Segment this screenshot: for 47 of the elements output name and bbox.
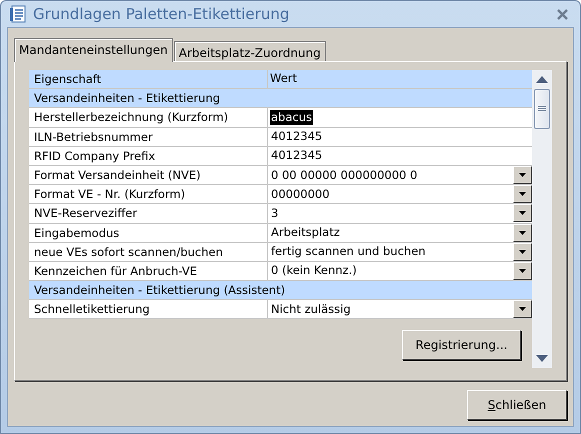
- dropdown-button[interactable]: [513, 166, 532, 184]
- window-title: Grundlagen Paletten-Etikettierung: [33, 4, 290, 25]
- caret-icon: [519, 173, 526, 178]
- scrollbar[interactable]: [532, 70, 552, 368]
- property-name: Kennzeichen für Anbruch-VE: [29, 262, 268, 280]
- dropdown-button[interactable]: [513, 224, 532, 242]
- scroll-thumb[interactable]: [534, 89, 550, 129]
- scroll-down-icon[interactable]: [536, 355, 548, 362]
- close-button[interactable]: Schließen: [467, 390, 567, 420]
- property-name: RFID Company Prefix: [29, 146, 268, 165]
- property-value[interactable]: 0 (kein Kennz.): [270, 263, 358, 278]
- register-button[interactable]: Registrierung...: [402, 330, 521, 360]
- tab[interactable]: Mandanteneinstellungen: [14, 38, 173, 62]
- property-name: Format Versandeinheit (NVE): [29, 166, 268, 184]
- caret-icon: [519, 192, 526, 196]
- caret-icon: [519, 307, 526, 312]
- app-icon: [9, 5, 27, 23]
- scroll-up-icon[interactable]: [536, 76, 548, 83]
- tab[interactable]: Arbeitsplatz-Zuordnung: [174, 41, 326, 61]
- dropdown-button[interactable]: [513, 204, 532, 222]
- column-header: Eigenschaft: [29, 70, 268, 88]
- dropdown-button[interactable]: [513, 242, 532, 261]
- property-value[interactable]: fertig scannen und buchen: [270, 244, 427, 260]
- property-name: Schnelletikettierung: [29, 300, 268, 318]
- close-icon[interactable]: [557, 8, 568, 20]
- property-value[interactable]: 00000000: [270, 186, 331, 202]
- dropdown-button[interactable]: [513, 185, 532, 204]
- caret-icon: [519, 250, 526, 254]
- property-value[interactable]: abacus: [270, 110, 313, 125]
- property-name: neue VEs sofort scannen/buchen: [29, 242, 268, 261]
- property-name: Eingabemodus: [29, 224, 268, 242]
- property-value[interactable]: 4012345: [270, 148, 324, 164]
- property-value[interactable]: 4012345: [270, 129, 324, 144]
- property-name: ILN-Betriebsnummer: [29, 128, 268, 146]
- dropdown-button[interactable]: [513, 262, 532, 280]
- caret-icon: [519, 268, 526, 273]
- dropdown-button[interactable]: [513, 300, 532, 318]
- property-name: Format VE - Nr. (Kurzform): [29, 185, 268, 204]
- property-name: NVE-Reserveziffer: [29, 204, 268, 222]
- property-value[interactable]: Arbeitsplatz: [270, 225, 341, 240]
- property-value[interactable]: 3: [270, 206, 280, 221]
- property-value[interactable]: 0 00 00000 000000000 0: [270, 168, 418, 183]
- property-value[interactable]: Nicht zulässig: [270, 302, 352, 317]
- caret-icon: [519, 211, 526, 216]
- property-name: Herstellerbezeichnung (Kurzform): [29, 108, 268, 127]
- caret-icon: [519, 230, 526, 235]
- column-header: Wert: [269, 70, 298, 88]
